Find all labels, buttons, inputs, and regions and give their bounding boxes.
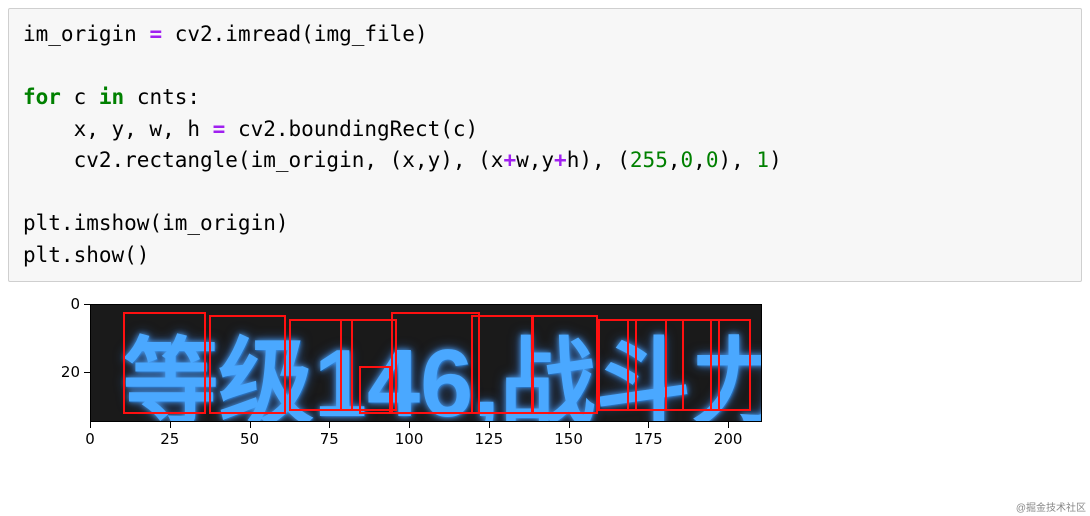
bounding-box bbox=[359, 366, 391, 414]
x-tick-label: 125 bbox=[474, 430, 503, 448]
x-tick-label: 25 bbox=[160, 430, 179, 448]
code-line-5: cv2.rectangle(im_origin, (x,y), (x+w,y+h… bbox=[23, 148, 782, 172]
x-tick-mark bbox=[250, 422, 251, 428]
x-tick-mark bbox=[569, 422, 570, 428]
x-tick-mark bbox=[648, 422, 649, 428]
bounding-box bbox=[391, 312, 480, 414]
y-tick-label: 20 bbox=[61, 363, 80, 381]
x-tick-mark bbox=[170, 422, 171, 428]
x-axis: 0255075100125150175200 bbox=[90, 422, 762, 462]
code-line-4: x, y, w, h = cv2.boundingRect(c) bbox=[23, 117, 478, 141]
x-tick-label: 0 bbox=[85, 430, 95, 448]
x-tick-mark bbox=[329, 422, 330, 428]
bounding-box bbox=[471, 315, 535, 414]
x-tick-label: 200 bbox=[714, 430, 743, 448]
bounding-box bbox=[209, 315, 286, 414]
x-tick-mark bbox=[409, 422, 410, 428]
x-tick-label: 100 bbox=[395, 430, 424, 448]
plot-image: 等级146,战斗力1624 bbox=[91, 305, 761, 421]
x-tick-mark bbox=[728, 422, 729, 428]
bounding-box bbox=[123, 312, 206, 414]
code-block: im_origin = cv2.imread(img_file) for c i… bbox=[8, 8, 1082, 282]
x-tick-label: 75 bbox=[320, 430, 339, 448]
code-line-1: im_origin = cv2.imread(img_file) bbox=[23, 22, 428, 46]
y-tick-label: 0 bbox=[70, 295, 80, 313]
x-tick-label: 50 bbox=[240, 430, 259, 448]
x-tick-mark bbox=[90, 422, 91, 428]
matplotlib-output: 020 等级146,战斗力1624 0 25 50 75 100 125 150 175 200 bbox=[42, 304, 772, 464]
bounding-box bbox=[531, 315, 598, 414]
x-tick-label: 150 bbox=[554, 430, 583, 448]
code-line-8: plt.show() bbox=[23, 243, 149, 267]
plot-frame: 等级146,战斗力1624 bbox=[90, 304, 762, 422]
x-tick-label: 175 bbox=[634, 430, 663, 448]
watermark: @掘金技术社区 bbox=[1016, 499, 1086, 514]
bounding-box bbox=[710, 319, 751, 411]
code-line-7: plt.imshow(im_origin) bbox=[23, 211, 289, 235]
code-line-3: for c in cnts: bbox=[23, 85, 200, 109]
x-tick-mark bbox=[489, 422, 490, 428]
y-axis: 020 bbox=[42, 304, 90, 422]
